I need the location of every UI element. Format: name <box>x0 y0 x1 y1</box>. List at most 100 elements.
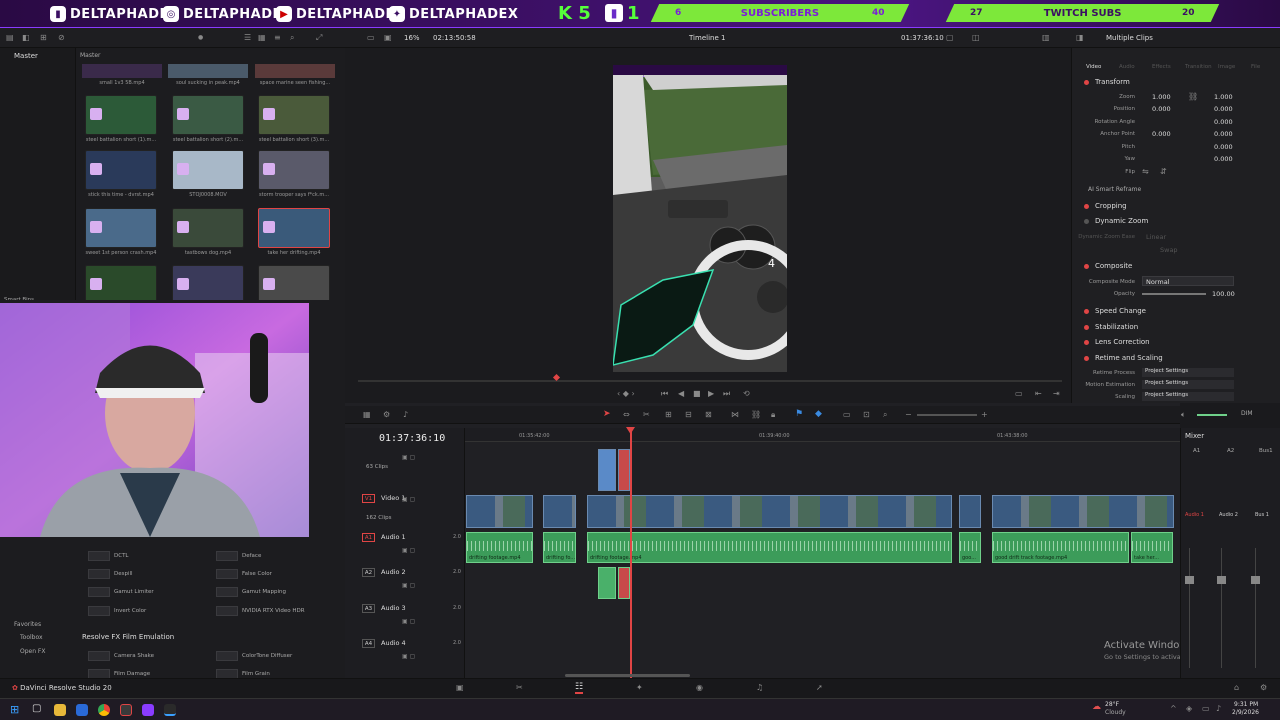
media-pool-toggle-icon[interactable]: ▤ <box>6 33 14 42</box>
enabled-dot-icon[interactable] <box>1084 355 1089 361</box>
section-dynamic-zoom[interactable]: Dynamic Zoom <box>1084 217 1148 225</box>
audio-clip[interactable] <box>618 567 630 599</box>
inspector-icon[interactable]: ◨ <box>1076 33 1084 42</box>
page-deliver-icon[interactable]: ➚ <box>816 683 823 692</box>
track-controls-icon[interactable]: ▣ ▢ <box>402 547 415 554</box>
sidebar-openfx[interactable]: Open FX <box>20 648 46 655</box>
volume-tray-icon[interactable]: ♪ <box>1216 704 1221 713</box>
video-clip[interactable] <box>543 495 576 528</box>
media-clip-thumbnail[interactable] <box>85 95 157 135</box>
bin-master[interactable]: Master <box>14 52 38 60</box>
grid-view-icon[interactable]: ▦ <box>258 33 266 42</box>
rotation-value[interactable]: 0.000 <box>1214 118 1233 126</box>
track-controls-icon[interactable]: ▣ ▢ <box>402 582 415 589</box>
video-clip[interactable] <box>959 495 981 528</box>
media-clip-thumbnail[interactable] <box>85 150 157 190</box>
media-clip-thumbnail[interactable] <box>172 95 244 135</box>
zoom-y[interactable]: 1.000 <box>1214 93 1233 101</box>
dz-ease-value[interactable]: Linear <box>1146 233 1166 241</box>
track-header[interactable]: A1 Audio 1 2.0 ▣ ▢ <box>362 533 462 554</box>
stop-icon[interactable]: ■ <box>693 389 701 398</box>
section-cropping[interactable]: Cropping <box>1084 202 1127 210</box>
prev-edit-icon[interactable]: ⇤ <box>1035 389 1042 398</box>
inspector-tab-effects[interactable]: Effects <box>1152 64 1171 70</box>
enabled-dot-icon[interactable] <box>1084 79 1089 85</box>
loop-icon[interactable]: ⟲ <box>743 389 750 398</box>
zoom-in-icon[interactable]: + <box>981 410 988 419</box>
timeline-options-icon[interactable]: ⚙ <box>383 410 390 419</box>
task-view-icon[interactable]: ▢ <box>32 703 41 714</box>
media-clip-thumbnail[interactable] <box>85 265 157 305</box>
volume-icon[interactable]: 🔈︎ <box>1181 410 1186 420</box>
page-cut-icon[interactable]: ✂ <box>516 683 523 692</box>
audio-meter-icon[interactable]: ♪ <box>403 410 408 419</box>
track-id-tag[interactable]: A2 <box>362 568 375 577</box>
enabled-dot-icon[interactable] <box>1084 308 1089 314</box>
effects-toggle-icon[interactable]: ◧ <box>22 33 30 42</box>
track-id-tag[interactable]: A4 <box>362 639 375 648</box>
weather-temp[interactable]: 28°F <box>1105 701 1119 708</box>
thumb-top-0[interactable] <box>82 64 162 78</box>
sidebar-favorites[interactable]: Favorites <box>14 621 41 628</box>
lock-icon[interactable]: 🔒︎ <box>771 410 775 420</box>
match-frame-icon[interactable]: ▭ <box>1015 389 1023 398</box>
trim-tool-icon[interactable]: ⇔ <box>623 410 630 419</box>
skip-end-icon[interactable]: ⏭ <box>723 389 730 399</box>
thumb-top-2[interactable] <box>255 64 335 78</box>
home-icon[interactable]: ⌂ <box>1234 683 1239 692</box>
enabled-dot-icon[interactable] <box>1084 203 1089 209</box>
audio-clip[interactable]: drifting footage.mp4 <box>587 532 952 563</box>
detail-zoom-icon[interactable]: ⊡ <box>863 410 870 419</box>
master-volume-slider[interactable] <box>1197 414 1227 416</box>
section-stabilization[interactable]: Stabilization <box>1084 323 1138 331</box>
fx-item[interactable]: ColorTone Diffuser <box>216 651 292 661</box>
smart-reframe[interactable]: AI Smart Reframe <box>1088 186 1141 193</box>
playhead-line[interactable] <box>630 428 632 678</box>
fader-a2[interactable] <box>1217 576 1226 584</box>
sort-icon[interactable]: ≡ <box>274 33 281 42</box>
track-header[interactable]: 63 Clips ▣ ▢ <box>362 452 462 470</box>
timeline-ruler[interactable]: 01:35:42:00 01:39:40:00 01:43:38:00 <box>465 428 1180 442</box>
motion-est-select[interactable]: Project Settings <box>1142 380 1234 389</box>
expand-icon[interactable]: ⤢ <box>316 33 322 43</box>
zoom-x[interactable]: 1.000 <box>1152 93 1171 101</box>
track-id-tag[interactable]: A3 <box>362 604 375 613</box>
fx-item[interactable]: Invert Color <box>88 606 146 616</box>
flip-vertical-icon[interactable]: ⇵ <box>1160 167 1167 176</box>
inspector-layout-icon[interactable]: ▥ <box>1042 33 1050 42</box>
link-clips-icon[interactable]: ⛓ <box>751 410 761 419</box>
fader-a1[interactable] <box>1185 576 1194 584</box>
enabled-dot-icon[interactable] <box>1084 263 1089 269</box>
clock-time[interactable]: 9:31 PM <box>1234 701 1258 708</box>
anchor-y[interactable]: 0.000 <box>1214 130 1233 138</box>
sidebar-toolbox[interactable]: Toolbox <box>20 634 43 641</box>
viewer-mode-icon[interactable]: ▣ <box>384 33 392 42</box>
position-x[interactable]: 0.000 <box>1152 105 1171 113</box>
anchor-x[interactable]: 0.000 <box>1152 130 1171 138</box>
section-transform[interactable]: Transform <box>1084 78 1130 86</box>
play-icon[interactable]: ▶ <box>708 389 714 398</box>
fader-bus1[interactable] <box>1251 576 1260 584</box>
chrome-icon[interactable] <box>98 704 110 716</box>
list-view-icon[interactable]: ☰ <box>244 33 251 42</box>
blade-tool-icon[interactable]: ✂ <box>643 410 650 419</box>
viewer-layout-icon[interactable]: ▭ <box>367 33 375 42</box>
media-clip-thumbnail[interactable] <box>258 265 330 305</box>
audio-clip[interactable]: take her... <box>1131 532 1173 563</box>
section-composite[interactable]: Composite <box>1084 262 1132 270</box>
track-id-tag[interactable]: A1 <box>362 533 375 542</box>
audio-clip[interactable]: good drift track footage.mp4 <box>992 532 1129 563</box>
page-edit-icon[interactable]: ☷ <box>575 682 584 694</box>
tray-app-icon[interactable]: ◈ <box>1186 704 1192 713</box>
fx-item[interactable]: NVIDIA RTX Video HDR <box>216 606 305 616</box>
track-id-tag[interactable]: V1 <box>362 494 375 503</box>
stacked-clip[interactable] <box>598 449 616 491</box>
next-edit-icon[interactable]: ⇥ <box>1053 389 1060 398</box>
network-icon[interactable]: ▭ <box>1202 704 1210 713</box>
viewer-options-icon[interactable]: ◫ <box>972 33 980 42</box>
media-clip-thumbnail[interactable] <box>172 265 244 305</box>
timeline-zoom-slider[interactable] <box>917 414 977 416</box>
audio-clip[interactable]: goo... <box>959 532 981 563</box>
flip-horizontal-icon[interactable]: ⇋ <box>1142 167 1149 176</box>
search-icon[interactable]: ⌕ <box>290 33 294 43</box>
